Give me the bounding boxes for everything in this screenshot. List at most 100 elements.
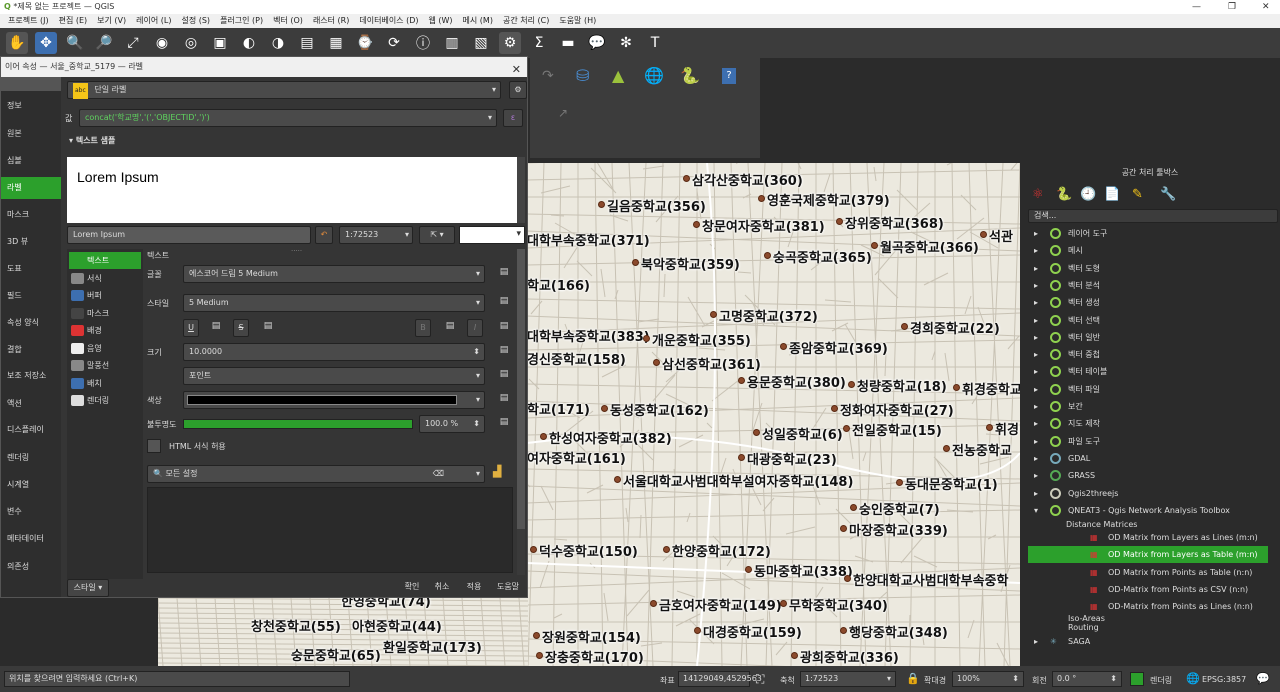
expand-icon[interactable]: ▸ <box>1034 467 1038 484</box>
data-defined-size-icon[interactable]: ▤ <box>495 345 513 359</box>
text-sample-section[interactable]: ▾ 텍스트 샘플 <box>69 135 115 146</box>
menu-web[interactable]: 웹 (W) <box>428 14 452 28</box>
data-defined-italic-icon[interactable]: ▤ <box>495 321 513 335</box>
opacity-spinbox[interactable]: 100.0 % ⬍ <box>419 415 485 433</box>
label-subtab-6[interactable]: 말풍선 <box>69 357 141 374</box>
expand-icon[interactable]: ▸ <box>1034 633 1038 650</box>
data-defined-style-icon[interactable]: ▤ <box>495 296 513 310</box>
settings-search-input[interactable]: 🔍 모든 설정 ⌫ ▾ <box>147 465 485 483</box>
label-expression-field[interactable]: concat('학교명','(','OBJECTID',')') ▾ <box>79 109 497 127</box>
toolbox-group[interactable]: ▸ 메시 <box>1020 242 1270 259</box>
menu-vector[interactable]: 벡터 (O) <box>273 14 303 28</box>
data-defined-font-icon[interactable]: ▤ <box>495 267 513 281</box>
lock-scale-icon[interactable]: 🔒 <box>906 672 920 685</box>
splitter-handle[interactable]: ..... <box>291 245 302 253</box>
toolbox-group[interactable]: ▸ 벡터 일반 <box>1020 329 1270 346</box>
history-icon[interactable]: 🕘 <box>1080 187 1096 202</box>
bold-button[interactable]: B <box>415 319 431 337</box>
scripts-icon[interactable]: 🐍 <box>1056 187 1072 202</box>
field-calculator-icon[interactable]: ▧ <box>470 32 492 54</box>
maximize-icon[interactable]: ❐ <box>1228 0 1236 14</box>
dialog-tab-0[interactable]: 정보 <box>1 95 61 117</box>
label-subtab-0[interactable]: 텍스트 <box>69 252 141 269</box>
identify-icon[interactable]: ⓘ <box>412 32 434 54</box>
processing-search-input[interactable]: 검색... <box>1028 209 1278 223</box>
label-subtab-2[interactable]: 버퍼 <box>69 287 141 304</box>
show-bookmarks-icon[interactable]: ▦ <box>325 32 347 54</box>
toolbox-group[interactable]: ▸ 벡터 테이블 <box>1020 363 1270 380</box>
italic-button[interactable]: I <box>467 319 483 337</box>
menu-processing[interactable]: 공간 처리 (C) <box>503 14 549 28</box>
preview-background-color[interactable]: ▾ <box>459 226 525 244</box>
html-checkbox[interactable] <box>147 439 161 453</box>
dialog-tab-14[interactable]: 시계열 <box>1 474 61 496</box>
web-globe-icon[interactable]: 🌐 <box>644 66 664 85</box>
crs-globe-icon[interactable]: 🌐 <box>1186 672 1200 685</box>
pan-icon[interactable]: ✋ <box>6 32 28 54</box>
expand-icon[interactable]: ▾ <box>1034 502 1038 519</box>
dialog-tab-8[interactable]: 속성 양식 <box>1 312 61 334</box>
menu-view[interactable]: 보기 (V) <box>97 14 126 28</box>
dialog-tab-7[interactable]: 필드 <box>1 285 61 307</box>
expand-icon[interactable]: ▸ <box>1034 294 1038 311</box>
label-mode-select[interactable]: abc 단일 라벨 ▾ <box>67 81 501 99</box>
toolbox-algorithm[interactable]: ▦ OD Matrix from Layers as Table (m:n) <box>1028 546 1268 564</box>
new-bookmark-icon[interactable]: ▤ <box>296 32 318 54</box>
data-defined-unit-icon[interactable]: ▤ <box>495 369 513 383</box>
zoom-selection-icon[interactable]: ◉ <box>151 32 173 54</box>
messages-icon[interactable]: 💬 <box>1256 672 1270 685</box>
options-icon[interactable]: 🔧 <box>1160 187 1176 202</box>
edit-rendering-icon[interactable]: ✎ <box>1132 187 1143 202</box>
expand-icon[interactable]: ▸ <box>1034 415 1038 432</box>
zoom-in-icon[interactable]: 🔍 <box>64 32 86 54</box>
dialog-tab-9[interactable]: 결합 <box>1 339 61 361</box>
text-annotation-icon[interactable]: T <box>644 32 666 54</box>
redo-icon[interactable]: ↷ <box>542 68 554 84</box>
python-icon[interactable]: 🐍 <box>680 66 700 85</box>
toolbox-algorithm[interactable]: ▦ OD-Matrix from Points as Lines (n:n) <box>1028 598 1268 615</box>
style-select[interactable]: 5 Medium ▾ <box>183 294 485 312</box>
size-spinbox[interactable]: 10.0000 ⬍ <box>183 343 485 361</box>
toolbox-group[interactable]: ▸ 벡터 분석 <box>1020 277 1270 294</box>
toolbox-algorithm[interactable]: ▦ OD-Matrix from Points as CSV (n:n) <box>1028 581 1268 598</box>
underline-button[interactable]: U <box>183 319 199 337</box>
scale-field[interactable]: 1:72523 ▾ <box>800 671 896 687</box>
menu-layer[interactable]: 레이어 (L) <box>136 14 171 28</box>
unit-select[interactable]: 포인트 ▾ <box>183 367 485 385</box>
preview-scrollbar[interactable] <box>517 157 525 223</box>
temporal-icon[interactable]: ⌚ <box>354 32 376 54</box>
toolbox-group[interactable]: ▸ 벡터 파일 <box>1020 381 1270 398</box>
settings-scrollbar[interactable] <box>517 249 525 575</box>
toolbox-group[interactable]: ▸ 벡터 도형 <box>1020 260 1270 277</box>
help-icon[interactable]: ? <box>722 68 736 84</box>
clear-icon[interactable]: ⌫ <box>433 466 444 482</box>
render-checkbox[interactable] <box>1130 672 1144 686</box>
toolbox-group[interactable]: ▸ Qgis2threejs <box>1020 485 1270 502</box>
zoom-native-icon[interactable]: ▣ <box>209 32 231 54</box>
expand-icon[interactable]: ▸ <box>1034 225 1038 242</box>
dialog-tab-6[interactable]: 도표 <box>1 258 61 280</box>
menu-raster[interactable]: 래스터 (R) <box>313 14 349 28</box>
measure-icon[interactable]: ▬ <box>557 32 579 54</box>
dialog-tab-16[interactable]: 메타데이터 <box>1 528 61 550</box>
toolbox-group[interactable]: ▸ 벡터 선택 <box>1020 312 1270 329</box>
coordinate-field[interactable]: 14129049,4529563 <box>678 671 762 687</box>
toolbox-group[interactable]: ▸ 벡터 생성 <box>1020 294 1270 311</box>
label-subtab-8[interactable]: 렌더링 <box>69 392 141 409</box>
extents-icon[interactable]: ⛶ <box>756 672 764 687</box>
results-icon[interactable]: 📄 <box>1104 187 1120 202</box>
magnifier-field[interactable]: 100% ⬍ <box>952 671 1024 687</box>
toolbox-group[interactable]: ▸ 벡터 중첩 <box>1020 346 1270 363</box>
menu-edit[interactable]: 편집 (E) <box>59 14 88 28</box>
rotation-field[interactable]: 0.0 ° ⬍ <box>1052 671 1122 687</box>
dialog-tab-11[interactable]: 액션 <box>1 393 61 415</box>
toolbox-algorithm[interactable]: ▦ OD Matrix from Layers as Lines (m:n) <box>1028 529 1268 546</box>
toolbox-group[interactable]: ▸ 지도 제작 <box>1020 415 1270 432</box>
attribute-table-icon[interactable]: ▥ <box>441 32 463 54</box>
database-icon[interactable]: ⛁ <box>576 66 589 85</box>
label-subtab-4[interactable]: 배경 <box>69 322 141 339</box>
menu-settings[interactable]: 설정 (S) <box>181 14 210 28</box>
style-menu-button[interactable]: 스타일 ▾ <box>67 579 109 597</box>
map-tips-icon[interactable]: 💬 <box>586 32 608 54</box>
dialog-tab-1[interactable]: 원본 <box>1 123 61 145</box>
